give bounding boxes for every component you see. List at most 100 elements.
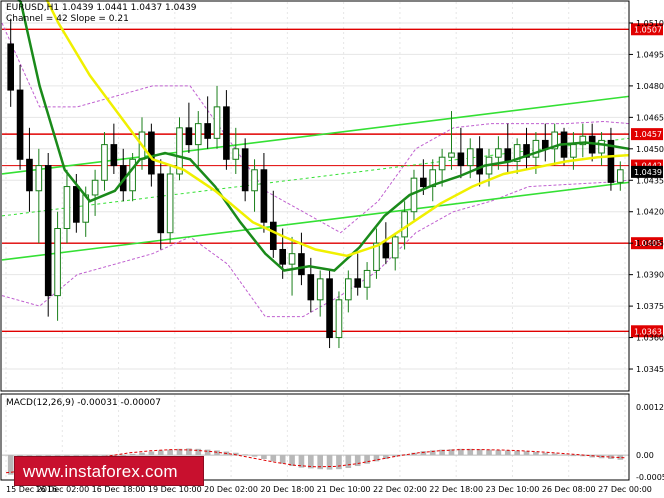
x-tick-label: 21 Dec 10:00 xyxy=(317,485,371,494)
macd-title: MACD(12,26,9) -0.00031 -0.00007 xyxy=(6,398,161,408)
watermark-text: www.instaforex.com xyxy=(23,462,178,481)
candle-body xyxy=(269,221,277,250)
y-tick-label: 1.0375 xyxy=(636,302,664,311)
candle-body xyxy=(232,148,240,160)
candle-body xyxy=(73,186,80,223)
candle-body xyxy=(166,173,174,234)
macd-bar xyxy=(345,455,352,469)
candle-body xyxy=(438,156,446,171)
macd-bar xyxy=(242,454,248,456)
level-label: 1.0457 xyxy=(634,130,662,139)
x-tick-label: 22 Dec 02:00 xyxy=(373,485,427,494)
macd-bar xyxy=(214,450,220,456)
candle-body xyxy=(504,148,512,162)
candle-body xyxy=(44,165,52,297)
y-tick-label: 1.0495 xyxy=(636,50,664,59)
candle-body xyxy=(363,269,371,288)
candle-body xyxy=(316,278,324,301)
macd-bar xyxy=(336,455,342,470)
candle-body xyxy=(532,139,540,158)
candle-body xyxy=(598,139,605,154)
candle-body xyxy=(204,123,211,139)
candle-body xyxy=(91,179,99,196)
candle-body xyxy=(307,274,315,301)
y-tick-label: 1.0420 xyxy=(636,208,664,217)
trend-channel xyxy=(1,95,630,261)
y-tick-label: 1.0480 xyxy=(636,82,664,91)
candle-body xyxy=(298,253,305,276)
candle-body xyxy=(354,278,362,288)
y-tick-label: 1.0405 xyxy=(636,239,664,248)
y-tick-label: 1.0510 xyxy=(636,19,664,28)
macd-bar xyxy=(204,449,211,456)
macd-bar xyxy=(148,451,155,456)
candle-body xyxy=(391,236,399,259)
candle-body xyxy=(223,106,230,160)
macd-y-tick-label: -0.00056 xyxy=(636,473,664,482)
chart-header-title: EURUSD,H1 1.0439 1.0441 1.0437 1.0439 xyxy=(6,3,197,13)
macd-bar xyxy=(157,450,164,456)
candlesticks xyxy=(7,18,624,349)
candle-body xyxy=(420,177,427,188)
candle-body xyxy=(148,131,155,175)
candle-body xyxy=(194,123,202,146)
channel-upper-line xyxy=(1,95,630,175)
candle-body xyxy=(251,169,258,192)
macd-y-tick-label: 0.00 xyxy=(636,451,654,460)
macd-bar xyxy=(504,450,511,456)
candle-body xyxy=(288,253,296,265)
candle-body xyxy=(457,152,465,167)
macd-bar xyxy=(533,451,539,456)
x-tick-label: 27 Dec 00:00 xyxy=(598,485,652,494)
macd-bar xyxy=(420,451,427,456)
y-tick-label: 1.0360 xyxy=(636,334,664,343)
macd-bar xyxy=(261,455,267,460)
macd-bar xyxy=(354,455,361,467)
candle-body xyxy=(570,144,577,158)
candle-body xyxy=(16,89,24,160)
candle-body xyxy=(213,106,221,139)
candle-body xyxy=(401,211,408,238)
candle-body xyxy=(54,228,61,297)
macd-bar xyxy=(251,455,258,457)
macd-bar xyxy=(486,449,492,456)
candle-body xyxy=(448,152,455,158)
y-tick-label: 1.0345 xyxy=(636,365,664,374)
candle-body xyxy=(345,278,352,301)
macd-bar xyxy=(514,450,520,456)
bollinger-bands xyxy=(1,22,630,318)
candle-body xyxy=(382,242,390,259)
macd-y-tick-label: 0.00123 xyxy=(636,403,664,412)
macd-bar xyxy=(139,452,145,456)
x-tick-label: 23 Dec 10:00 xyxy=(486,485,540,494)
candle-body xyxy=(101,144,108,181)
macd-bar xyxy=(495,450,502,456)
macd-bar xyxy=(167,449,173,456)
price-axis: 1.05101.04951.04801.04651.04501.04351.04… xyxy=(629,19,664,374)
macd-bar xyxy=(476,449,483,456)
current-price-label: 1.0439 xyxy=(634,168,662,177)
x-tick-label: 26 Dec 08:00 xyxy=(542,485,596,494)
macd-bar xyxy=(570,455,577,457)
candle-body xyxy=(279,248,286,265)
candle-body xyxy=(495,148,502,158)
candle-body xyxy=(185,127,193,146)
y-tick-label: 1.0465 xyxy=(636,113,664,122)
macd-bar xyxy=(551,453,558,456)
macd-bar xyxy=(129,453,136,456)
candle-body xyxy=(157,173,165,234)
macd-bar xyxy=(270,455,277,462)
candle-body xyxy=(110,144,118,167)
candle-body xyxy=(616,169,624,183)
macd-bar xyxy=(279,455,286,464)
candle-body xyxy=(7,43,15,91)
candle-body xyxy=(63,186,71,230)
candle-body xyxy=(466,148,474,167)
macd-bar xyxy=(326,455,333,470)
y-tick-label: 1.0450 xyxy=(636,145,664,154)
x-tick-label: 20 Dec 02:00 xyxy=(204,485,258,494)
x-tick-label: 22 Dec 18:00 xyxy=(429,485,483,494)
chart-canvas: 1.05071.04571.04421.04051.0363 0.001230.… xyxy=(0,0,664,494)
moving-average-yellow xyxy=(45,0,630,258)
chart-header-subtitle: Channel = 42 Slope = 0.21 xyxy=(6,14,129,24)
